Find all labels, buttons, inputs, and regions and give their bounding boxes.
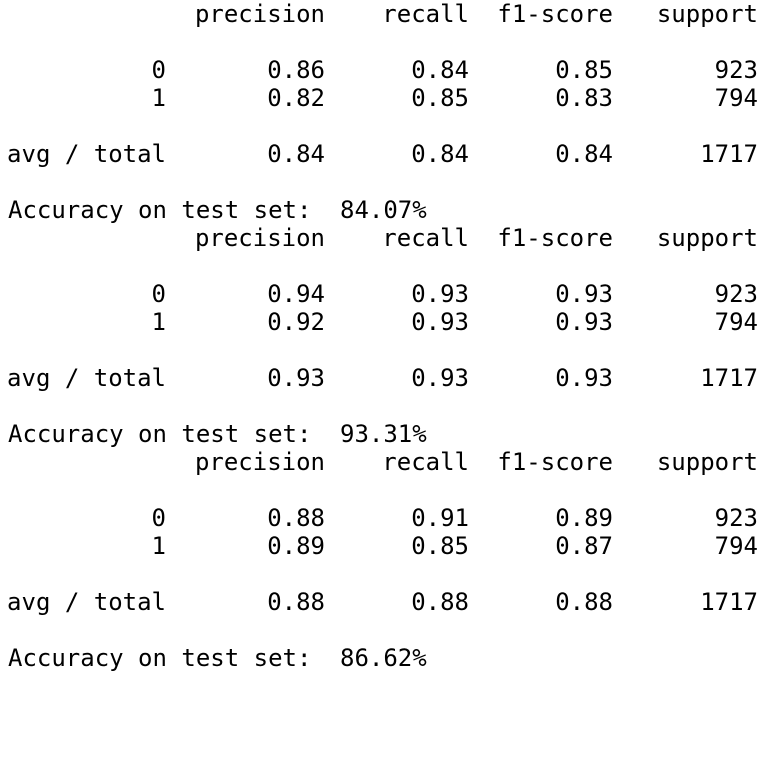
recall-value: 0.93 [411, 280, 469, 308]
f1-value: 0.93 [555, 364, 613, 392]
table-row: 1 0.89 0.85 0.87 794 [8, 532, 768, 560]
recall-value: 0.85 [411, 532, 469, 560]
accuracy-line: Accuracy on test set: 84.07% [8, 196, 768, 224]
precision-value: 0.84 [267, 140, 325, 168]
total-row: avg / total 0.84 0.84 0.84 1717 [7, 140, 768, 168]
class-label: 0 [151, 56, 166, 84]
total-label: avg / total [7, 364, 166, 392]
console-output: precision recall f1-score support 0 0.86… [7, 0, 768, 672]
support-value: 923 [714, 504, 758, 532]
support-value: 923 [714, 280, 758, 308]
accuracy-line: Accuracy on test set: 93.31% [8, 420, 768, 448]
class-label: 1 [151, 532, 166, 560]
recall-value: 0.88 [411, 588, 469, 616]
f1-value: 0.89 [555, 504, 613, 532]
header-recall: recall [382, 224, 469, 252]
total-row: avg / total 0.93 0.93 0.93 1717 [7, 364, 768, 392]
recall-value: 0.91 [411, 504, 469, 532]
f1-value: 0.93 [555, 308, 613, 336]
f1-value: 0.85 [555, 56, 613, 84]
support-value: 1717 [700, 140, 758, 168]
header-support: support [656, 224, 758, 252]
f1-value: 0.84 [555, 140, 613, 168]
recall-value: 0.93 [411, 308, 469, 336]
support-value: 794 [714, 84, 758, 112]
class-label: 0 [151, 280, 166, 308]
header-precision: precision [194, 0, 325, 28]
support-value: 923 [714, 56, 758, 84]
precision-value: 0.92 [267, 308, 325, 336]
recall-value: 0.84 [411, 56, 469, 84]
table-row: 0 0.86 0.84 0.85 923 [8, 56, 768, 84]
support-value: 794 [714, 308, 758, 336]
recall-value: 0.84 [411, 140, 469, 168]
recall-value: 0.93 [411, 364, 469, 392]
class-label: 1 [151, 84, 166, 112]
accuracy-line: Accuracy on test set: 86.62% [8, 644, 768, 672]
precision-value: 0.88 [267, 588, 325, 616]
header-precision: precision [194, 224, 325, 252]
precision-value: 0.94 [267, 280, 325, 308]
header-row: precision recall f1-score support [8, 448, 768, 476]
header-row: precision recall f1-score support [8, 0, 768, 28]
support-value: 794 [714, 532, 758, 560]
accuracy-label: Accuracy on test set: [8, 420, 312, 448]
accuracy-value: 84.07% [340, 196, 427, 224]
accuracy-label: Accuracy on test set: [8, 196, 312, 224]
accuracy-label: Accuracy on test set: [8, 644, 312, 672]
f1-value: 0.83 [555, 84, 613, 112]
header-f1-score: f1-score [497, 448, 613, 476]
accuracy-value: 93.31% [340, 420, 427, 448]
header-precision: precision [194, 448, 325, 476]
accuracy-value: 86.62% [340, 644, 427, 672]
class-label: 1 [151, 308, 166, 336]
total-label: avg / total [7, 140, 166, 168]
precision-value: 0.93 [267, 364, 325, 392]
table-row: 1 0.82 0.85 0.83 794 [8, 84, 768, 112]
header-support: support [656, 0, 758, 28]
class-label: 0 [151, 504, 166, 532]
header-f1-score: f1-score [497, 224, 613, 252]
table-row: 1 0.92 0.93 0.93 794 [8, 308, 768, 336]
f1-value: 0.88 [555, 588, 613, 616]
precision-value: 0.89 [267, 532, 325, 560]
recall-value: 0.85 [411, 84, 469, 112]
f1-value: 0.93 [555, 280, 613, 308]
precision-value: 0.82 [267, 84, 325, 112]
f1-value: 0.87 [555, 532, 613, 560]
table-row: 0 0.94 0.93 0.93 923 [8, 280, 768, 308]
header-recall: recall [382, 448, 469, 476]
header-support: support [656, 448, 758, 476]
precision-value: 0.88 [267, 504, 325, 532]
table-row: 0 0.88 0.91 0.89 923 [8, 504, 768, 532]
header-row: precision recall f1-score support [8, 224, 768, 252]
support-value: 1717 [700, 588, 758, 616]
precision-value: 0.86 [267, 56, 325, 84]
total-row: avg / total 0.88 0.88 0.88 1717 [7, 588, 768, 616]
header-f1-score: f1-score [497, 0, 613, 28]
header-recall: recall [382, 0, 469, 28]
total-label: avg / total [7, 588, 166, 616]
support-value: 1717 [700, 364, 758, 392]
